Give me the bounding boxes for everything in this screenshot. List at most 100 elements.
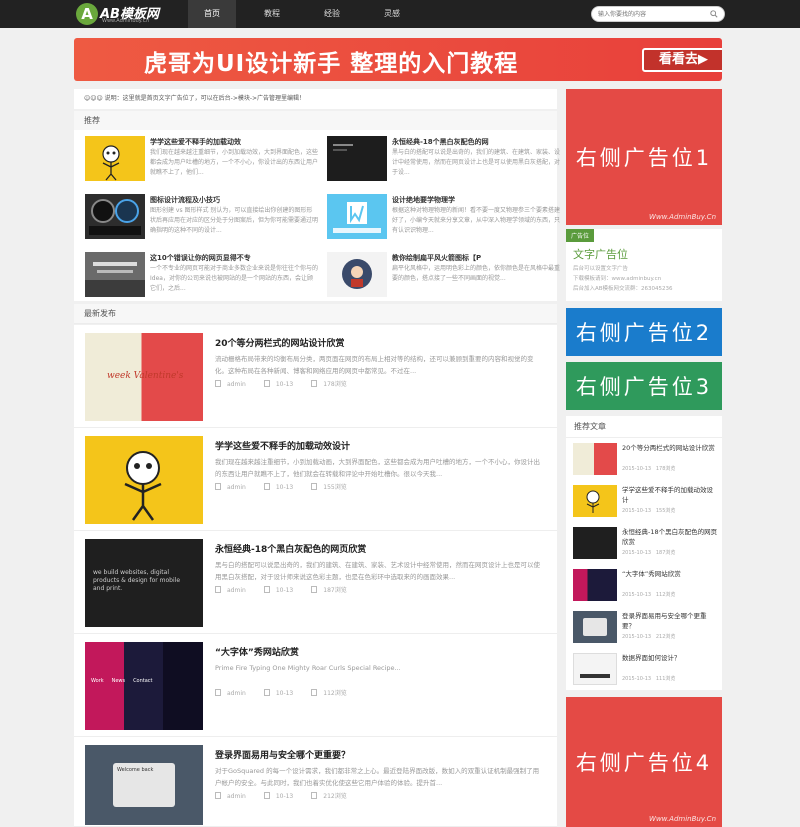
- post-title[interactable]: 20个等分两栏式的网站设计欣赏: [215, 336, 345, 349]
- search-box: [591, 6, 725, 22]
- hot-title[interactable]: 永恒经典-18个黑白灰配色的网页欣赏: [622, 527, 718, 547]
- hot-thumbnail[interactable]: [573, 569, 617, 601]
- post-thumbnail[interactable]: Work News Contact: [85, 642, 203, 730]
- recommend-title[interactable]: 教你绘制扁平风火箭图标【P: [392, 253, 562, 263]
- post-thumbnail[interactable]: Welcome back: [85, 745, 203, 825]
- text-ad-line: 下载模板请到：www.adminbuy.cn: [573, 276, 662, 282]
- hot-title[interactable]: 学学这些爱不释手的加载动效设计: [622, 485, 718, 505]
- top-banner-ad[interactable]: 虎哥为UI设计新手 整理的入门教程 看看去▶: [74, 38, 722, 81]
- recommend-item[interactable]: 教你绘制扁平风火箭图标【P 扁平化风格中，运用明色彩上的颜色，依你颜色是在风格中…: [327, 252, 560, 304]
- hot-title[interactable]: 数据界面如何设计？: [622, 653, 718, 663]
- side-ad-3[interactable]: 右侧广告位3: [566, 362, 722, 410]
- user-icon: [215, 586, 221, 593]
- recommend-item[interactable]: 学学这些爱不释手的加载动效 我们现在越来越注重细节，小到加载动效，大到界面配色，…: [85, 136, 318, 188]
- post-title[interactable]: 永恒经典-18个黑白灰配色的网页欣赏: [215, 542, 366, 555]
- calendar-icon: [263, 689, 270, 696]
- hot-meta: 2015-10-13 112浏览: [622, 591, 675, 598]
- banner-text: 虎哥为UI设计新手 整理的入门教程: [144, 51, 519, 77]
- post-author: admin: [227, 793, 246, 800]
- hot-thumbnail[interactable]: [573, 653, 617, 685]
- side-ad-1[interactable]: 右侧广告位1 Www.AdminBuy.Cn: [566, 89, 722, 225]
- calendar-icon: [263, 483, 270, 490]
- post-meta: admin 10-13 178浏览: [215, 379, 365, 389]
- recommend-item[interactable]: 设计绝地要学物理学 根据这种对物理物理的新闻！看不要一度又物理参三个要素搭建好了…: [327, 194, 560, 246]
- post-title[interactable]: “大字体”秀网站欣赏: [215, 645, 299, 658]
- post-meta: admin 10-13 187浏览: [215, 585, 365, 595]
- post-thumbnail[interactable]: [85, 436, 203, 524]
- recommend-desc: 黑与白的搭配可以说是出奇的，我们的建筑、在建筑、家装、设计中经常使用，然而在网页…: [392, 149, 560, 176]
- hot-item[interactable]: 20个等分两栏式的网站设计欣赏 2015-10-13 178浏览: [573, 443, 718, 481]
- post-meta: admin 10-13 112浏览: [215, 688, 365, 698]
- search-input[interactable]: [598, 9, 703, 20]
- post-views: 187浏览: [323, 587, 347, 594]
- hot-item[interactable]: 数据界面如何设计？ 2015-10-13 111浏览: [573, 653, 718, 691]
- recommend-thumbnail[interactable]: [327, 194, 387, 239]
- eye-icon: [311, 586, 318, 593]
- post-thumbnail-text: Welcome back: [117, 767, 154, 773]
- post-desc: 对于GoSquared 的每一个设计需求，我们都非常之上心。最近登陆界面改版，数…: [215, 767, 540, 787]
- recommend-item[interactable]: 这10个错误让你的网页显得不专 一个不专业的网页可能对于商业多数企业来说是你往往…: [85, 252, 318, 304]
- post-title[interactable]: 登录界面易用与安全哪个更重要？: [215, 748, 350, 761]
- hot-item[interactable]: 登录界面易用与安全哪个更重要？ 2015-10-13 212浏览: [573, 611, 718, 649]
- site-logo[interactable]: A AB模板网 Www.AdminBuy.Cn: [76, 2, 188, 26]
- post-thumbnail[interactable]: week Valentine's: [85, 333, 203, 421]
- recommend-title[interactable]: 图标设计流程及小技巧: [150, 195, 320, 205]
- recommend-title[interactable]: 这10个错误让你的网页显得不专: [150, 253, 320, 263]
- text-ad[interactable]: 广告位 文字广告位 后台可以设置文字广告 下载模板请到：www.adminbuy…: [566, 229, 722, 301]
- hot-date: 2015-10-13: [622, 508, 652, 514]
- hot-meta: 2015-10-13 155浏览: [622, 507, 675, 514]
- notice-bar: ☺☺☺ 说明：这里就是首页文字广告位了，可以在后台->模块->广告管理里编辑！: [74, 89, 557, 109]
- nav-inspiration[interactable]: 灵感: [368, 0, 416, 28]
- recommend-thumbnail[interactable]: [85, 194, 145, 239]
- hot-item[interactable]: 永恒经典-18个黑白灰配色的网页欣赏 2015-10-13 187浏览: [573, 527, 718, 565]
- recommend-desc: 图形创建 vs 图形样式 别认为，可以直接绘出你创建的图形形状后再应用在对应的区…: [150, 207, 318, 234]
- side-ad-2-text: 右侧广告位2: [575, 321, 713, 345]
- hot-title[interactable]: 登录界面易用与安全哪个更重要？: [622, 611, 718, 631]
- side-ad-2[interactable]: 右侧广告位2: [566, 308, 722, 356]
- hot-item[interactable]: 学学这些爱不释手的加载动效设计 2015-10-13 155浏览: [573, 485, 718, 523]
- hot-item[interactable]: “大字体”秀网站欣赏 2015-10-13 112浏览: [573, 569, 718, 607]
- recommend-thumbnail[interactable]: [327, 136, 387, 181]
- nav-home[interactable]: 首页: [188, 0, 236, 28]
- post-thumbnail[interactable]: we build websites, digital products & de…: [85, 539, 203, 627]
- text-ad-title[interactable]: 文字广告位: [573, 246, 628, 262]
- recommend-item[interactable]: 图标设计流程及小技巧 图形创建 vs 图形样式 别认为，可以直接绘出你创建的图形…: [85, 194, 318, 246]
- hot-thumbnail[interactable]: [573, 485, 617, 517]
- recommend-title[interactable]: 永恒经典-18个黑白灰配色的网: [392, 137, 562, 147]
- recommend-thumbnail[interactable]: [85, 252, 145, 297]
- hot-thumbnail[interactable]: [573, 443, 617, 475]
- post-item: Work News Contact “大字体”秀网站欣赏 Prime Fire …: [74, 634, 557, 737]
- side-ad-1-text: 右侧广告位1: [575, 146, 713, 170]
- post-desc: 流动栅格布局带来的均衡布局分类，两页面在网页的布局上相对等的结构，还可以兼顾到重…: [215, 355, 534, 375]
- recommend-thumbnail[interactable]: [327, 252, 387, 297]
- recommend-thumbnail[interactable]: [85, 136, 145, 181]
- search-icon[interactable]: [710, 10, 718, 18]
- nav-tutorials[interactable]: 教程: [248, 0, 296, 28]
- login-card: Welcome back: [113, 763, 175, 807]
- recommend-title[interactable]: 设计绝地要学物理学: [392, 195, 562, 205]
- hot-thumbnail[interactable]: [573, 611, 617, 643]
- recommend-desc: 我们现在越来越注重细节，小到加载动效，大到界面配色，这些都会成为用户吐槽的地方，…: [150, 149, 318, 176]
- banner-button[interactable]: 看看去▶: [642, 48, 722, 72]
- hot-views: 111浏览: [655, 676, 676, 682]
- post-desc: 黑与白的搭配可以说是出奇的，我们的建筑、在建筑、家装、艺术设计中经常使用，然而在…: [215, 561, 540, 581]
- hot-date: 2015-10-13: [622, 592, 652, 598]
- user-icon: [215, 689, 221, 696]
- post-views: 178浏览: [323, 381, 347, 388]
- post-title[interactable]: 学学这些爱不释手的加载动效设计: [215, 439, 350, 452]
- eye-icon: [311, 483, 318, 490]
- hot-views: 178浏览: [655, 466, 676, 472]
- side-ad-4[interactable]: 右侧广告位4 Www.AdminBuy.Cn: [566, 697, 722, 827]
- post-date: 10-13: [275, 793, 294, 800]
- nav-experience[interactable]: 经验: [308, 0, 356, 28]
- post-item: we build websites, digital products & de…: [74, 531, 557, 634]
- user-icon: [215, 483, 221, 490]
- post-item: Welcome back 登录界面易用与安全哪个更重要？ 对于GoSquared…: [74, 737, 557, 827]
- post-desc: 我们现在越来越注重细节，小到加载动画，大到界面配色，这些都会成为用户吐槽的地方，…: [215, 458, 540, 478]
- recommend-title[interactable]: 学学这些爱不释手的加载动效: [150, 137, 320, 147]
- eye-icon: [311, 792, 318, 799]
- hot-thumbnail[interactable]: [573, 527, 617, 559]
- hot-title[interactable]: “大字体”秀网站欣赏: [622, 569, 718, 579]
- recommend-item[interactable]: 永恒经典-18个黑白灰配色的网 黑与白的搭配可以说是出奇的，我们的建筑、在建筑、…: [327, 136, 560, 188]
- hot-title[interactable]: 20个等分两栏式的网站设计欣赏: [622, 443, 718, 453]
